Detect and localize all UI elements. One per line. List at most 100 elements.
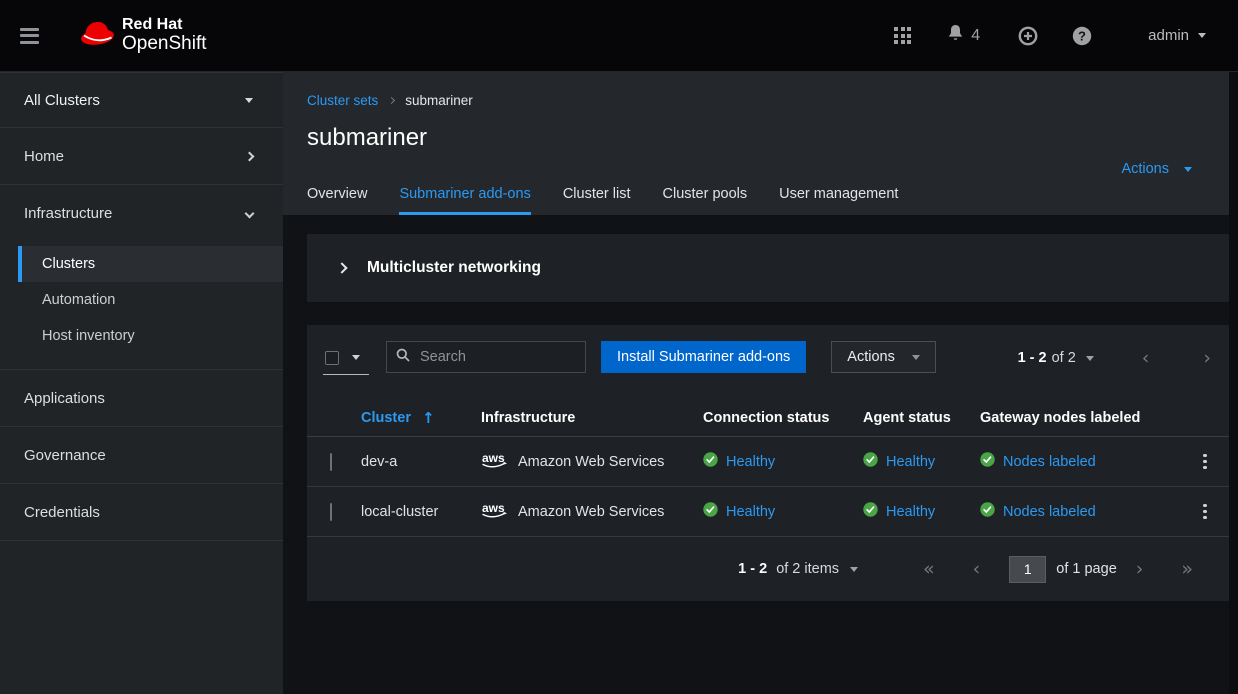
masthead: Red Hat OpenShift 4 — [0, 0, 1238, 72]
gateway-nodes-link[interactable]: Nodes labeled — [1003, 454, 1096, 470]
first-page-icon[interactable]: « — [917, 559, 941, 580]
tab-user-management[interactable]: User management — [779, 186, 898, 215]
bell-icon — [947, 24, 964, 48]
row-checkbox[interactable] — [330, 503, 332, 521]
section-title: Multicluster networking — [367, 259, 541, 277]
table-toolbar: Install Submariner add-ons Actions 1 - 2… — [307, 325, 1229, 375]
column-header-connection-status: Connection status — [703, 410, 863, 426]
pagination-range: 1 - 2 — [1018, 350, 1047, 366]
bulk-select-toggle[interactable] — [323, 341, 369, 375]
main-area: Cluster sets submariner submariner Actio… — [283, 72, 1229, 694]
row-kebab-menu-icon[interactable] — [1199, 450, 1211, 474]
gateway-nodes-link[interactable]: Nodes labeled — [1003, 504, 1096, 520]
column-header-cluster[interactable]: Cluster ↑ — [361, 409, 481, 427]
bulk-select-checkbox[interactable] — [325, 351, 339, 365]
table-header-row: Cluster ↑ Infrastructure Connection stat… — [307, 400, 1229, 437]
last-page-icon[interactable]: » — [1175, 559, 1199, 580]
tab-overview[interactable]: Overview — [307, 186, 367, 215]
breadcrumb-cluster-sets-link[interactable]: Cluster sets — [307, 93, 378, 108]
sidebar-item-infrastructure[interactable]: Infrastructure — [0, 185, 283, 241]
aws-icon: aws — [481, 450, 510, 474]
cluster-selector-label: All Clusters — [24, 92, 100, 109]
infrastructure-label: Amazon Web Services — [518, 504, 664, 520]
svg-text:aws: aws — [482, 451, 505, 465]
brand-line1: Red Hat — [122, 17, 207, 34]
tab-submariner-addons[interactable]: Submariner add-ons — [399, 186, 530, 215]
row-kebab-menu-icon[interactable] — [1199, 500, 1211, 524]
next-page-icon[interactable]: › — [1130, 559, 1150, 580]
sidebar-item-clusters[interactable]: Clusters — [18, 246, 283, 282]
row-checkbox[interactable] — [330, 453, 332, 471]
check-circle-icon — [980, 502, 995, 521]
pagination-of: of 2 — [1052, 350, 1076, 366]
chevron-down-icon — [245, 208, 255, 218]
caret-down-icon — [245, 98, 253, 103]
agent-status-link[interactable]: Healthy — [886, 454, 935, 470]
scrollbar-track[interactable] — [1229, 72, 1238, 694]
caret-down-icon[interactable] — [1086, 356, 1094, 361]
page-actions-dropdown[interactable]: Actions — [1115, 160, 1198, 178]
brand-line2: OpenShift — [122, 34, 207, 54]
table-actions-dropdown[interactable]: Actions — [831, 341, 936, 373]
search-icon — [396, 348, 410, 367]
infrastructure-label: Amazon Web Services — [518, 454, 664, 470]
check-circle-icon — [863, 502, 878, 521]
multicluster-networking-expand-toggle[interactable]: Multicluster networking — [307, 234, 1229, 302]
page-content: Multicluster networking — [283, 215, 1229, 694]
tab-cluster-pools[interactable]: Cluster pools — [663, 186, 748, 215]
caret-down-icon — [912, 355, 920, 360]
caret-down-icon[interactable] — [850, 567, 858, 572]
notifications-button[interactable]: 4 — [947, 24, 980, 48]
column-header-infrastructure: Infrastructure — [481, 410, 703, 426]
clusters-table: Cluster ↑ Infrastructure Connection stat… — [307, 400, 1229, 537]
pagination-of-items: of 2 items — [776, 561, 839, 577]
page-number-input[interactable] — [1009, 556, 1046, 583]
sidebar-item-credentials[interactable]: Credentials — [0, 484, 283, 540]
hamburger-menu-icon[interactable] — [20, 24, 39, 47]
bottom-pagination: 1 - 2 of 2 items « ‹ of 1 page › » — [307, 537, 1229, 601]
redhat-fedora-icon — [79, 19, 117, 52]
redhat-openshift-logo[interactable]: Red Hat OpenShift — [79, 17, 207, 54]
connection-status-link[interactable]: Healthy — [726, 504, 775, 520]
sidebar-item-home[interactable]: Home — [0, 128, 283, 184]
cluster-name: local-cluster — [361, 504, 481, 520]
cluster-name: dev-a — [361, 454, 481, 470]
app-launcher-icon[interactable] — [894, 27, 911, 44]
prev-page-icon[interactable]: ‹ — [967, 559, 987, 580]
sidebar-item-host-inventory[interactable]: Host inventory — [18, 318, 283, 354]
sidebar-item-governance[interactable]: Governance — [0, 427, 283, 483]
prev-page-icon[interactable]: ‹ — [1136, 348, 1156, 369]
sidebar-item-applications[interactable]: Applications — [0, 370, 283, 426]
agent-status-link[interactable]: Healthy — [886, 504, 935, 520]
sidebar-item-label: Governance — [24, 447, 106, 464]
add-plus-circle-icon[interactable] — [1018, 26, 1038, 46]
tab-cluster-list[interactable]: Cluster list — [563, 186, 631, 215]
sidebar-item-label: Infrastructure — [24, 205, 112, 222]
user-menu[interactable]: admin — [1142, 26, 1212, 45]
username: admin — [1148, 27, 1189, 44]
chevron-right-icon — [388, 97, 395, 104]
breadcrumb-current: submariner — [405, 93, 473, 108]
sidebar-item-label: Home — [24, 148, 64, 165]
sidebar-item-automation[interactable]: Automation — [18, 282, 283, 318]
install-submariner-addons-button[interactable]: Install Submariner add-ons — [601, 341, 806, 373]
notification-count: 4 — [971, 27, 980, 45]
submariner-addons-table-card: Install Submariner add-ons Actions 1 - 2… — [307, 325, 1229, 601]
cluster-perspective-selector[interactable]: All Clusters — [0, 73, 283, 127]
next-page-icon[interactable]: › — [1197, 348, 1217, 369]
pagination-range: 1 - 2 — [738, 561, 767, 577]
app-root: Red Hat OpenShift 4 — [0, 0, 1238, 694]
connection-status-link[interactable]: Healthy — [726, 454, 775, 470]
tab-bar: Overview Submariner add-ons Cluster list… — [307, 186, 1229, 215]
caret-down-icon — [1184, 167, 1192, 172]
check-circle-icon — [703, 452, 718, 471]
column-header-agent-status: Agent status — [863, 410, 980, 426]
aws-icon: aws — [481, 500, 510, 524]
chevron-right-icon — [245, 151, 255, 161]
search-input[interactable] — [418, 348, 576, 366]
actions-label: Actions — [1121, 161, 1169, 177]
help-question-circle-icon[interactable]: ? — [1072, 26, 1092, 46]
divider — [0, 540, 283, 541]
caret-down-icon — [352, 355, 360, 360]
sidebar-nav: All Clusters Home Infrastructure Cluster… — [0, 72, 283, 694]
